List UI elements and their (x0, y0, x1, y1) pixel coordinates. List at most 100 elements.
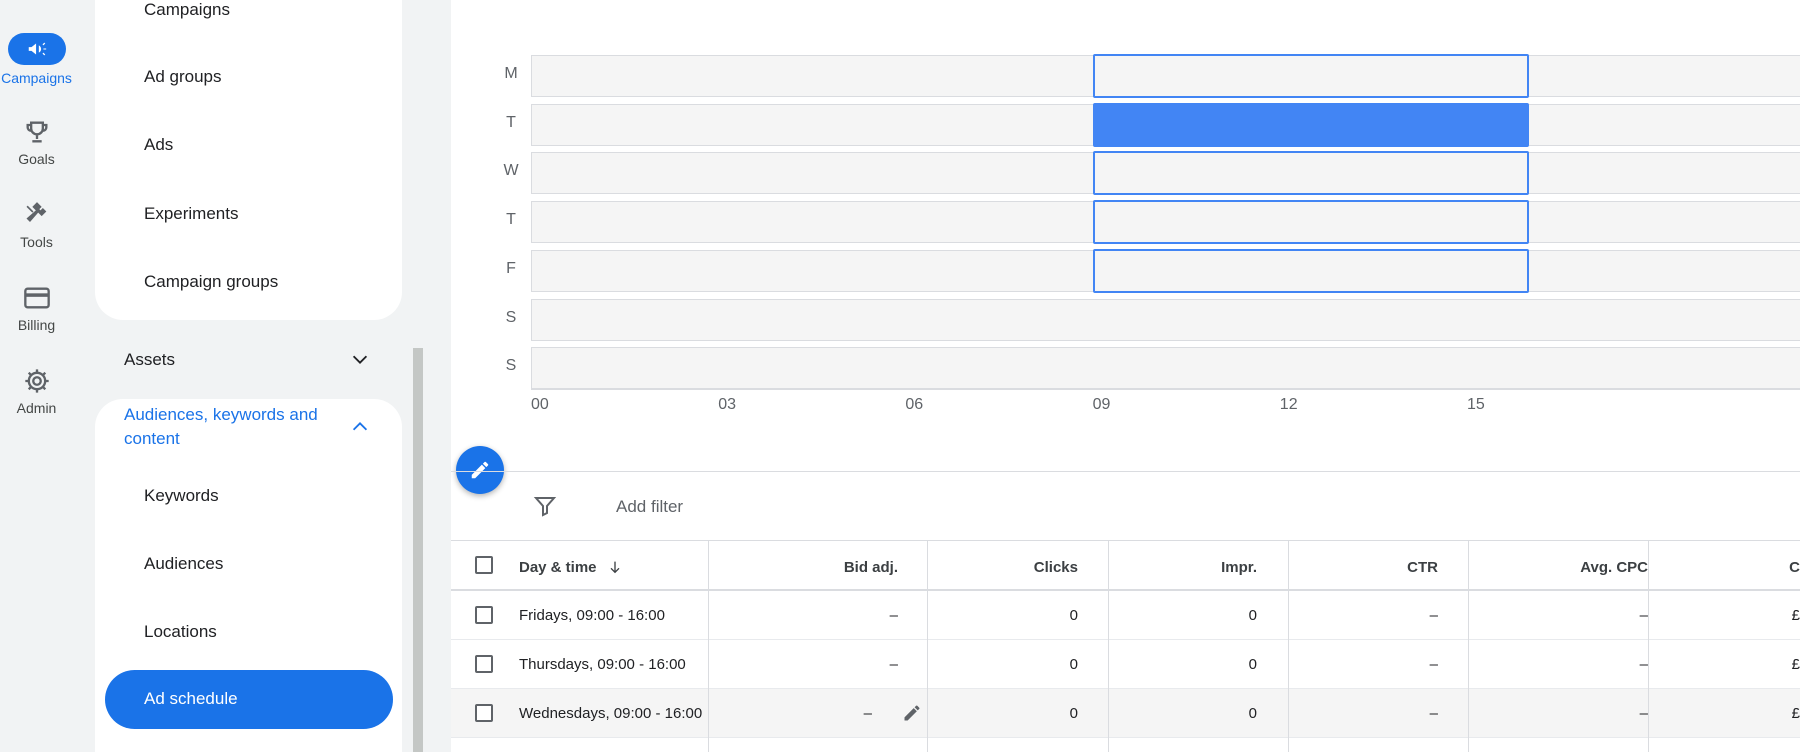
nav-item-campaigns[interactable]: Campaigns (144, 0, 230, 20)
day-lane[interactable] (531, 347, 1800, 390)
hour-label: 03 (718, 396, 736, 413)
nav-item-ads[interactable]: Ads (144, 135, 173, 155)
hour-label: 00 (531, 396, 549, 413)
cell-day-time: Fridays, 09:00 - 16:00 (519, 607, 665, 624)
header-label: Day & time (519, 559, 597, 576)
nav-item-experiments[interactable]: Experiments (144, 204, 238, 224)
rail-admin[interactable]: Admin (0, 367, 73, 416)
header-cost[interactable]: C (1751, 559, 1800, 576)
hour-label: 06 (905, 396, 924, 413)
rail-goals[interactable]: Goals (0, 118, 73, 167)
nav-scrollbar[interactable] (413, 348, 423, 752)
header-ctr[interactable]: CTR (1281, 559, 1438, 576)
cell-bid-adj[interactable]: – (711, 656, 898, 673)
cell-avg-cpc: – (1639, 705, 1648, 722)
header-impr[interactable]: Impr. (1101, 559, 1257, 576)
day-label: S (505, 357, 517, 375)
cell-impr: 0 (1248, 656, 1257, 673)
cell-impr: 0 (1248, 705, 1257, 722)
megaphone-icon (7, 33, 66, 65)
hour-label: 15 (1467, 396, 1485, 413)
hour-label: 12 (1279, 396, 1298, 413)
column-divider (1108, 541, 1109, 752)
rail-label: Billing (17, 317, 56, 333)
rail-tools[interactable]: Tools (0, 201, 73, 250)
rail-billing[interactable]: Billing (0, 284, 73, 333)
trophy-icon (23, 118, 51, 146)
cell-cost: £ (1791, 656, 1800, 673)
hour-label: 09 (1092, 396, 1111, 413)
cell-impr: 0 (1248, 607, 1257, 624)
nav-section-audiences[interactable]: Audiences, keywords and content (124, 403, 334, 451)
cell-avg-cpc: – (1639, 607, 1648, 624)
cell-ctr: – (1429, 656, 1438, 673)
edit-pencil-icon[interactable] (902, 703, 922, 723)
add-filter-button[interactable]: Add filter (616, 497, 683, 517)
tools-icon (23, 201, 51, 229)
table-row[interactable]: Thursdays, 09:00 - 16:00 – 0 0 – – £ (451, 640, 1800, 689)
nav-item-locations[interactable]: Locations (144, 622, 217, 642)
table-row[interactable]: Wednesdays, 09:00 - 16:00–0 0– – £ (451, 689, 1800, 738)
header-clicks[interactable]: Clicks (921, 559, 1078, 576)
main-content: M T W T F S S 00 03 06 09 12 15 Add filter Day & tim… (451, 0, 1800, 752)
nav-item-campaign-groups[interactable]: Campaign groups (144, 272, 278, 292)
cell-avg-cpc: – (1639, 656, 1648, 673)
day-label: T (506, 211, 516, 229)
table-header: Day & time Bid adj. Clicks Impr. CTR Avg… (451, 541, 1800, 591)
credit-card-icon (23, 284, 51, 312)
hour-axis (531, 389, 1800, 390)
row-checkbox[interactable] (475, 606, 493, 624)
row-checkbox[interactable] (475, 655, 493, 673)
nav-item-ad-schedule[interactable]: Ad schedule (105, 670, 393, 729)
rail-campaigns[interactable]: Campaigns (0, 33, 73, 86)
cell-clicks: 0 (1069, 656, 1078, 673)
chevron-up-icon[interactable] (349, 416, 371, 438)
day-label: T (506, 113, 516, 131)
row-checkbox[interactable] (475, 704, 493, 722)
column-divider (1648, 541, 1649, 752)
schedule-slot[interactable] (1092, 102, 1530, 147)
table-row[interactable]: Fridays, 09:00 - 16:00 – 0 0 – – £ (451, 591, 1800, 640)
pencil-icon (471, 461, 489, 479)
header-day-time[interactable]: Day & time (519, 559, 623, 576)
column-divider (1468, 541, 1469, 752)
cell-bid-adj[interactable]: – (711, 705, 872, 722)
schedule-slot[interactable] (1092, 151, 1530, 196)
cell-clicks: 0 (1069, 607, 1078, 624)
column-divider (927, 541, 928, 752)
chevron-down-icon[interactable] (349, 348, 371, 370)
divider (451, 471, 1800, 472)
navigation-panel: Campaigns Ad groups Ads Experiments Camp… (73, 0, 410, 752)
arrow-down-icon[interactable] (607, 559, 623, 575)
header-bid-adj[interactable]: Bid adj. (711, 559, 898, 576)
edit-fab-button[interactable] (456, 446, 504, 494)
cell-bid-adj[interactable]: – (711, 607, 898, 624)
day-lane[interactable] (531, 298, 1800, 341)
column-divider (1288, 541, 1289, 752)
rail-label: Campaigns (1, 70, 72, 86)
nav-item-audiences[interactable]: Audiences (144, 554, 223, 574)
column-divider (708, 541, 709, 752)
filter-icon[interactable] (533, 494, 557, 518)
select-all-checkbox[interactable] (475, 556, 493, 574)
cell-day-time: Thursdays, 09:00 - 16:00 (519, 656, 686, 673)
cell-ctr: – (1429, 607, 1438, 624)
header-avg-cpc[interactable]: Avg. CPC (1461, 559, 1648, 576)
rail-label: Tools (20, 234, 53, 250)
nav-section-assets[interactable]: Assets (124, 350, 175, 370)
schedule-slot[interactable] (1092, 54, 1530, 98)
nav-item-label: Ad schedule (144, 689, 238, 708)
day-label: S (505, 308, 517, 326)
schedule-slot[interactable] (1092, 200, 1530, 245)
day-label: F (506, 259, 516, 277)
schedule-slot[interactable] (1092, 248, 1530, 293)
cell-clicks: 0 (1069, 705, 1078, 722)
nav-item-ad-groups[interactable]: Ad groups (144, 67, 222, 87)
cell-cost: £ (1791, 705, 1800, 722)
cell-ctr: – (1429, 705, 1438, 722)
gear-icon (23, 367, 51, 395)
left-rail: Campaigns Goals Tools Billing Admin (0, 0, 73, 752)
rail-label: Admin (16, 400, 57, 416)
nav-item-keywords[interactable]: Keywords (144, 486, 219, 506)
cell-day-time: Wednesdays, 09:00 - 16:00 (519, 705, 703, 722)
